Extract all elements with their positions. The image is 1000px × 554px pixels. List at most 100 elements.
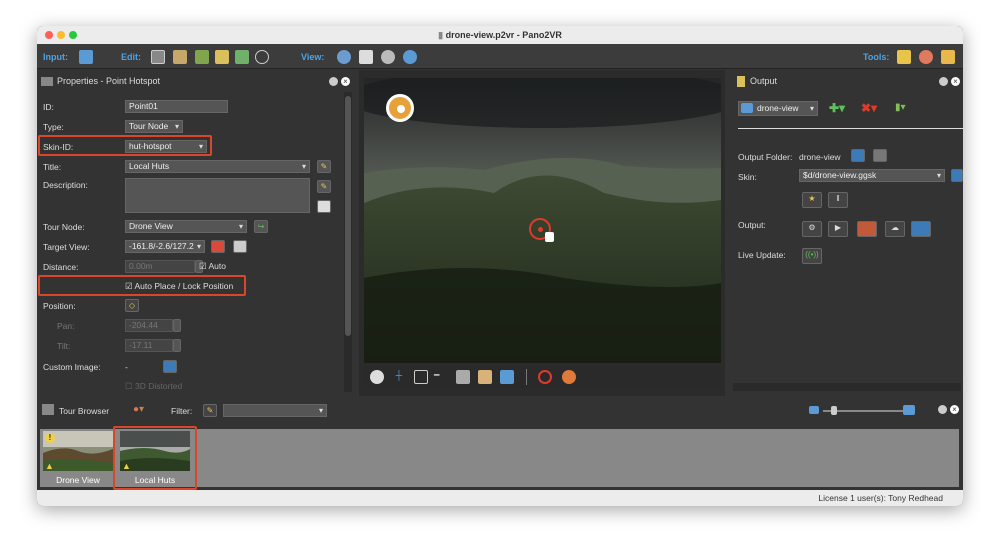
zoom-slider-thumb[interactable] xyxy=(831,406,837,415)
output-divider xyxy=(738,128,963,129)
properties-scrollbar[interactable] xyxy=(344,92,352,392)
properties-icon[interactable] xyxy=(151,50,165,64)
tour-browser-icon[interactable] xyxy=(173,50,187,64)
zoom-in-icon[interactable] xyxy=(903,405,915,415)
distance-input[interactable]: 0.00m xyxy=(125,260,195,273)
output-gear-icon[interactable]: ⚙ xyxy=(802,221,822,237)
app-window: ▮ drone-view.p2vr - Pano2VR Input: Edit:… xyxy=(37,26,963,506)
properties-title: Properties - Point Hotspot xyxy=(57,76,161,86)
position-target-button[interactable]: ◇ xyxy=(125,299,139,312)
tour-browser-title: Tour Browser xyxy=(59,406,110,416)
input-panorama-icon[interactable] xyxy=(79,50,93,64)
tilt-input[interactable]: -17.11 xyxy=(125,339,173,352)
main-toolbar: Input: Edit: View: Tools: xyxy=(37,44,963,69)
zoom-window-button[interactable] xyxy=(69,31,77,39)
live-update-label: Live Update: xyxy=(738,250,786,260)
trash-icon[interactable] xyxy=(873,149,887,162)
close-panel-icon[interactable]: × xyxy=(341,77,350,86)
skin-settings-button[interactable]: ‖ xyxy=(828,192,848,208)
hotspot-marker-icon[interactable] xyxy=(386,94,414,122)
output-cloud-icon[interactable]: ☁ xyxy=(885,221,905,237)
auto-distance-checkbox[interactable]: ☑ Auto xyxy=(199,261,226,272)
panorama-viewport[interactable] xyxy=(364,78,721,363)
edit-title-button[interactable]: ✎ xyxy=(317,160,331,173)
add-output-button[interactable]: ✚▾ xyxy=(829,101,845,115)
title-input[interactable]: Local Huts xyxy=(125,160,310,173)
compass-icon[interactable] xyxy=(370,370,384,384)
open-skin-button[interactable] xyxy=(951,169,963,182)
output-package-icon[interactable] xyxy=(857,221,877,237)
hotspot-editor-icon[interactable] xyxy=(195,50,209,64)
tilt-stepper[interactable] xyxy=(173,339,181,352)
user-menu-icon[interactable]: ●▾ xyxy=(133,404,144,415)
remove-output-button[interactable]: ✖▾ xyxy=(861,101,877,115)
properties-scroll-thumb[interactable] xyxy=(345,96,351,336)
type-select[interactable]: Tour Node xyxy=(125,120,183,133)
node-thumbnail-local-huts[interactable]: ▲ Local Huts xyxy=(120,431,190,485)
hand-icon[interactable] xyxy=(478,370,492,384)
close-output-icon[interactable]: × xyxy=(951,77,960,86)
patch-icon[interactable] xyxy=(215,50,229,64)
close-tour-icon[interactable]: × xyxy=(950,405,959,414)
output-icon xyxy=(737,76,745,88)
cloud-tool-icon[interactable] xyxy=(919,50,933,64)
target-picker-button[interactable] xyxy=(211,240,225,253)
input-label: Input: xyxy=(43,52,68,62)
animation-icon[interactable] xyxy=(255,50,269,64)
grid-icon[interactable] xyxy=(414,370,428,384)
skin-id-select[interactable]: hut-hotspot xyxy=(125,140,207,153)
skin-star-button[interactable]: ★ xyxy=(802,192,822,208)
map-icon[interactable] xyxy=(235,50,249,64)
auto-place-checkbox[interactable]: ☑ Auto Place / Lock Position xyxy=(125,281,233,292)
choose-image-button[interactable] xyxy=(163,360,177,373)
star-tool-icon[interactable] xyxy=(897,50,911,64)
close-window-button[interactable] xyxy=(45,31,53,39)
live-update-icon[interactable]: ((•)) xyxy=(802,248,822,264)
pan-label: Pan: xyxy=(57,321,75,331)
id-input[interactable]: Point01 xyxy=(125,100,228,113)
description-preview-button[interactable] xyxy=(317,200,331,213)
window-title: drone-view.p2vr - Pano2VR xyxy=(445,30,562,40)
ruler-icon[interactable]: ━ xyxy=(434,370,448,384)
filter-edit-icon[interactable]: ✎ xyxy=(203,404,217,417)
minimize-window-button[interactable] xyxy=(57,31,65,39)
filter-input[interactable] xyxy=(223,404,327,417)
copy-view-button[interactable] xyxy=(233,240,247,253)
color-icon[interactable] xyxy=(562,370,576,384)
distorted-checkbox[interactable]: ☐ 3D Distorted xyxy=(125,381,182,392)
float-panel-icon[interactable] xyxy=(329,77,338,86)
license-text: License 1 user(s): Tony Redhead xyxy=(818,493,943,503)
auto-label: Auto xyxy=(208,261,227,271)
viewer-icon[interactable] xyxy=(381,50,395,64)
tour-browser-icon xyxy=(42,404,54,415)
pin-icon[interactable]: ┼ xyxy=(392,370,406,384)
output-folder-value: drone-view xyxy=(799,152,841,162)
warning-icon: ▲ xyxy=(45,461,54,471)
output-label: Output: xyxy=(738,220,766,230)
output-hscrollbar[interactable] xyxy=(733,383,961,391)
go-to-node-button[interactable]: ↪ xyxy=(254,220,268,233)
skin-select[interactable]: $d/drone-view.ggsk xyxy=(799,169,945,182)
package-tool-icon[interactable] xyxy=(941,50,955,64)
target-view-input[interactable]: -161.8/-2.6/127.2 xyxy=(125,240,205,253)
crosshair-tool-icon[interactable] xyxy=(538,370,552,384)
notes-icon[interactable] xyxy=(359,50,373,64)
filter-icon[interactable] xyxy=(456,370,470,384)
pan-stepper[interactable] xyxy=(173,319,181,332)
binoculars-icon[interactable] xyxy=(337,50,351,64)
open-folder-button[interactable] xyxy=(851,149,865,162)
output-video-icon[interactable]: ▶ xyxy=(828,221,848,237)
description-label: Description: xyxy=(43,180,88,190)
output-vr-icon[interactable] xyxy=(911,221,931,237)
zoom-out-icon[interactable] xyxy=(809,406,819,414)
export-output-button[interactable]: ▮▾ xyxy=(895,102,906,113)
node-thumbnail-drone-view[interactable]: ! ▲ Drone View xyxy=(43,431,113,485)
pan-input[interactable]: -204.44 xyxy=(125,319,173,332)
panorama-view-icon[interactable] xyxy=(500,370,514,384)
float-output-icon[interactable] xyxy=(939,77,948,86)
tour-node-select[interactable]: Drone View xyxy=(125,220,247,233)
edit-description-button[interactable]: ✎ xyxy=(317,180,331,193)
description-textarea[interactable] xyxy=(125,178,310,213)
float-tour-icon[interactable] xyxy=(938,405,947,414)
gear-view-icon[interactable] xyxy=(403,50,417,64)
